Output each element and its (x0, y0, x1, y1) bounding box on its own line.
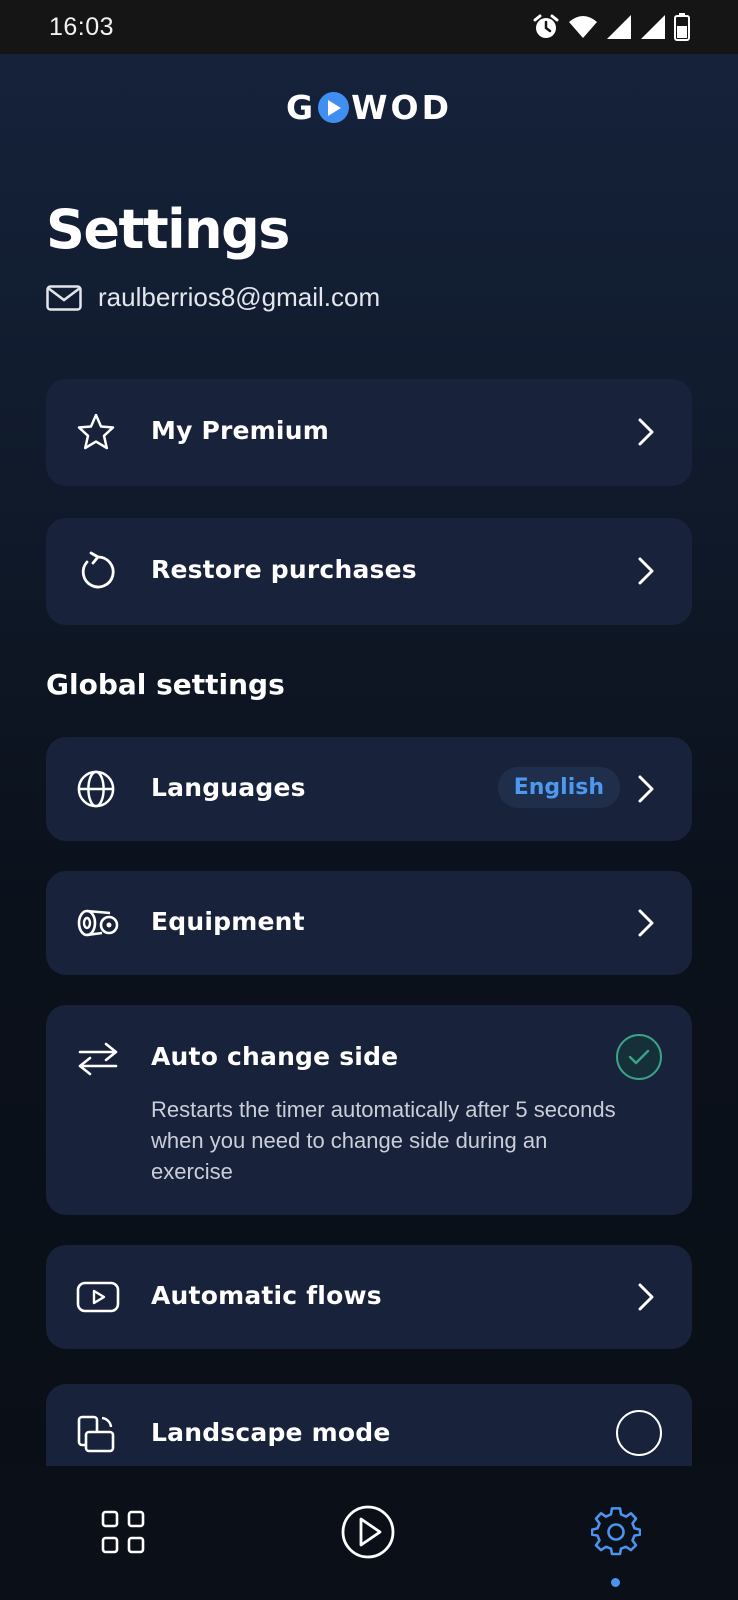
my-premium-label: My Premium (151, 416, 329, 445)
restore-icon (76, 551, 116, 591)
global-settings-heading: Global settings (46, 668, 285, 701)
alarm-icon (533, 14, 559, 38)
chevron-right-icon (636, 774, 656, 804)
auto-change-side-card[interactable]: Auto change side Restarts the timer auto… (46, 1005, 692, 1215)
star-icon (76, 412, 116, 452)
swap-arrows-icon (76, 1039, 120, 1079)
bottom-navigation (0, 1466, 738, 1600)
my-premium-button[interactable]: My Premium (46, 379, 692, 486)
restore-purchases-button[interactable]: Restore purchases (46, 518, 692, 625)
battery-icon (674, 13, 690, 41)
check-icon (628, 1049, 650, 1065)
chevron-right-icon (636, 556, 656, 586)
gowod-logo: G WOD (0, 88, 738, 127)
chevron-right-icon (636, 417, 656, 447)
automatic-flows-button[interactable]: Automatic flows (46, 1245, 692, 1349)
email-text: raulberrios8@gmail.com (98, 282, 381, 312)
auto-change-side-checkbox[interactable] (616, 1034, 662, 1080)
logo-text-left: G (286, 88, 317, 127)
logo-text-right: WOD (351, 88, 452, 127)
automatic-flows-label: Automatic flows (151, 1281, 382, 1310)
signal-icon (641, 15, 665, 39)
mail-icon (46, 284, 82, 311)
status-icons (532, 13, 690, 41)
grid-icon[interactable] (93, 1502, 153, 1562)
auto-change-side-label: Auto change side (151, 1042, 399, 1071)
logo-play-icon (318, 92, 350, 123)
chevron-right-icon (636, 908, 656, 938)
active-tab-indicator (611, 1578, 620, 1587)
gear-icon[interactable] (586, 1502, 646, 1562)
chevron-right-icon (636, 1282, 656, 1312)
restore-purchases-label: Restore purchases (151, 555, 417, 584)
landscape-mode-card[interactable]: Landscape mode (46, 1384, 692, 1466)
play-icon[interactable] (338, 1502, 398, 1562)
language-value-badge: English (497, 767, 620, 808)
status-bar: 16:03 (0, 0, 738, 54)
languages-button[interactable]: Languages English (46, 737, 692, 841)
rotate-screen-icon (76, 1414, 116, 1454)
page-title: Settings (46, 198, 290, 261)
landscape-mode-label: Landscape mode (151, 1418, 391, 1447)
account-email: raulberrios8@gmail.com (46, 282, 380, 313)
globe-icon (76, 769, 116, 809)
status-time: 16:03 (49, 12, 115, 41)
landscape-mode-checkbox[interactable] (616, 1410, 662, 1456)
signal-icon (607, 15, 631, 39)
auto-change-side-description: Restarts the timer automatically after 5… (151, 1097, 616, 1184)
languages-label: Languages (151, 773, 306, 802)
equipment-label: Equipment (151, 907, 305, 936)
equipment-button[interactable]: Equipment (46, 871, 692, 975)
play-box-icon (76, 1277, 120, 1317)
equipment-icon (76, 903, 120, 943)
wifi-icon (569, 16, 597, 38)
settings-screen: G WOD Settings raulberrios8@gmail.com My… (0, 54, 738, 1466)
